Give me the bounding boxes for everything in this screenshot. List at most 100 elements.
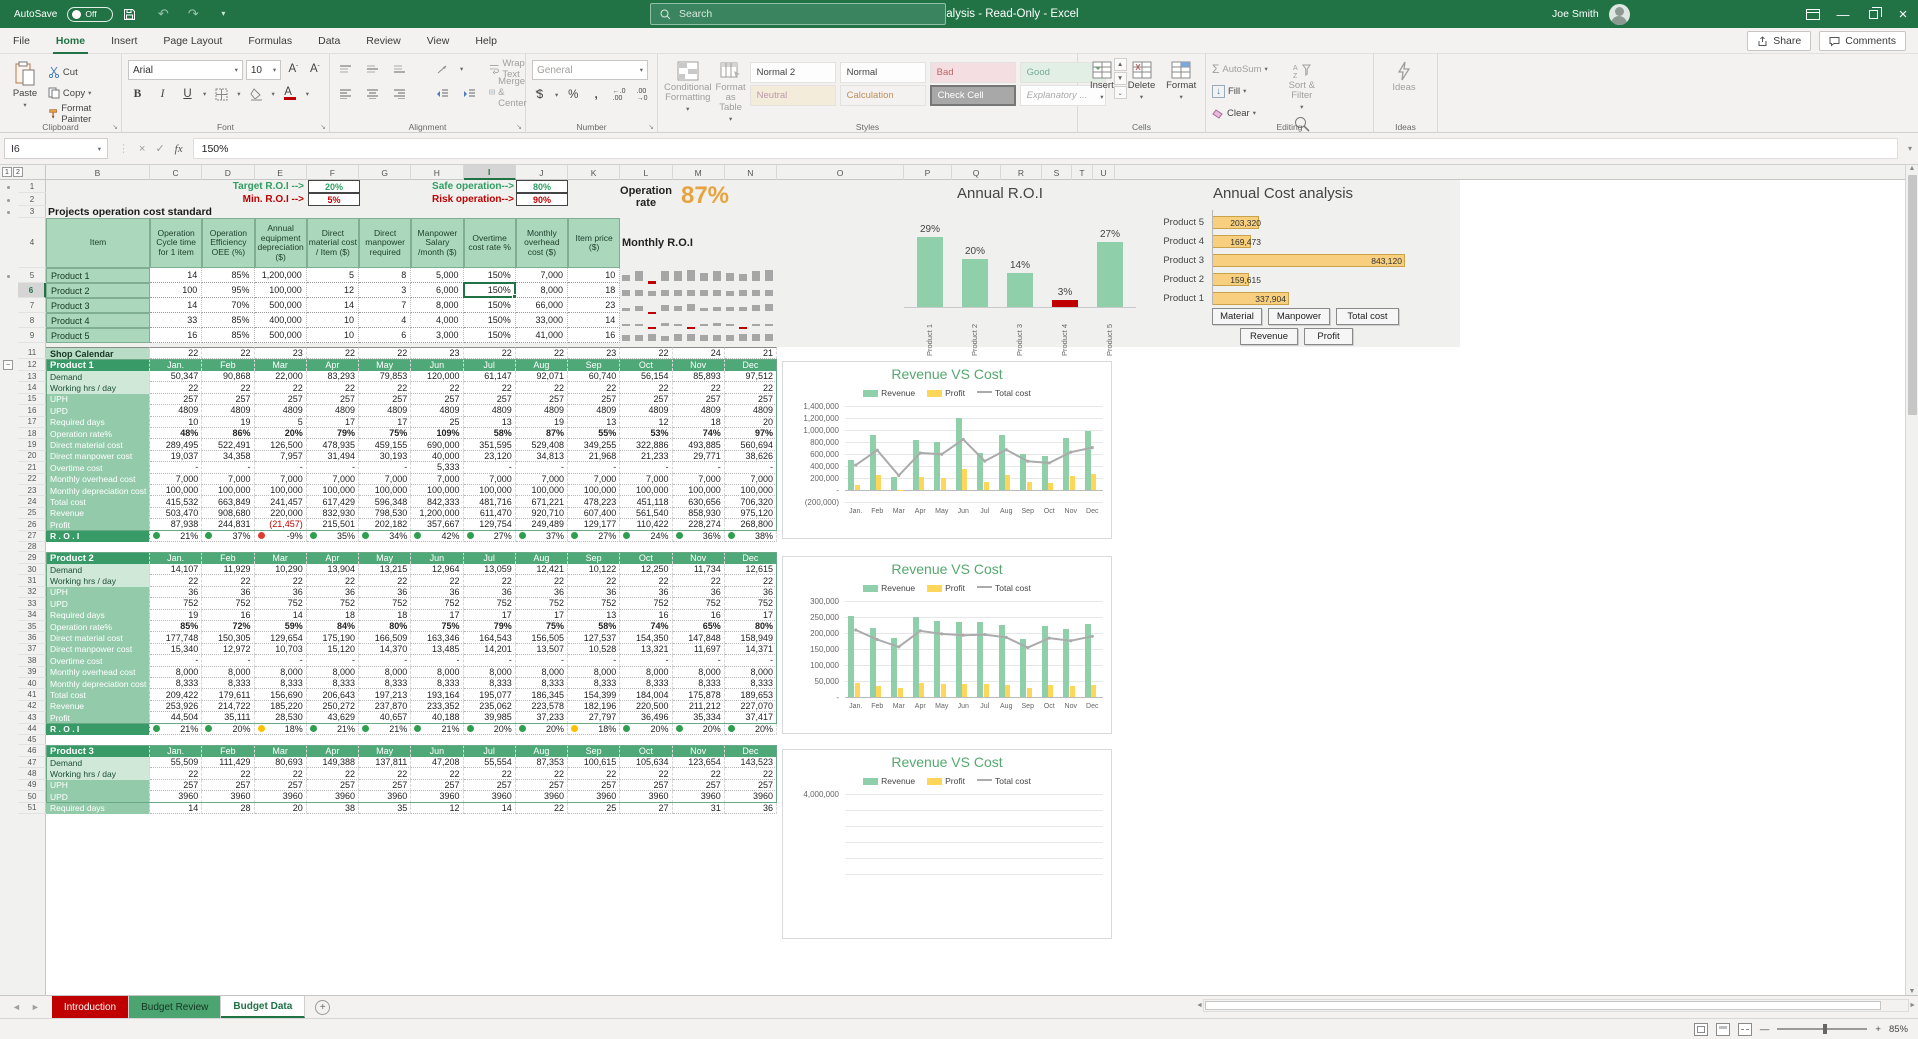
- data-cell[interactable]: 8,333: [568, 678, 620, 689]
- data-cell[interactable]: 18: [359, 610, 411, 621]
- data-cell[interactable]: -: [411, 655, 463, 666]
- column-header-C[interactable]: C: [150, 165, 202, 180]
- data-cell[interactable]: 31: [673, 803, 725, 814]
- data-cell[interactable]: 74%: [673, 428, 725, 439]
- data-cell[interactable]: 237,870: [359, 701, 411, 712]
- align-bottom-icon[interactable]: [390, 60, 409, 78]
- autosum-button[interactable]: ΣAutoSum▾: [1212, 60, 1268, 78]
- data-cell[interactable]: 4809: [464, 405, 516, 416]
- data-cell[interactable]: 17: [725, 610, 777, 621]
- data-cell[interactable]: 752: [255, 598, 307, 609]
- data-cell[interactable]: -: [620, 462, 672, 473]
- data-cell[interactable]: 257: [673, 780, 725, 791]
- data-cell[interactable]: 110,422: [620, 519, 672, 530]
- row-header-11[interactable]: 11: [18, 347, 46, 359]
- data-cell[interactable]: 8,000: [568, 667, 620, 678]
- data-cell[interactable]: 22: [673, 382, 725, 393]
- shop-calendar-value[interactable]: 22: [516, 347, 568, 359]
- data-cell[interactable]: -: [202, 655, 254, 666]
- column-header-F[interactable]: F: [307, 165, 359, 180]
- data-cell[interactable]: 22: [568, 768, 620, 779]
- data-cell[interactable]: 156,690: [255, 689, 307, 700]
- data-cell[interactable]: 163,346: [411, 632, 463, 643]
- row-header-8[interactable]: 8: [18, 313, 46, 328]
- data-cell[interactable]: 36: [516, 587, 568, 598]
- row-header-25[interactable]: 25: [18, 508, 46, 519]
- data-cell[interactable]: 22: [568, 575, 620, 586]
- data-cell[interactable]: 100,000: [359, 485, 411, 496]
- month-header-cell[interactable]: Apr: [307, 745, 359, 757]
- product-value-cell[interactable]: 100,000: [255, 283, 307, 298]
- data-cell[interactable]: 257: [307, 780, 359, 791]
- menu-tab-insert[interactable]: Insert: [98, 28, 150, 54]
- data-cell[interactable]: 14,370: [359, 644, 411, 655]
- sort-filter-button[interactable]: AZ Sort & Filter▾: [1280, 60, 1324, 111]
- data-cell[interactable]: 4809: [673, 405, 725, 416]
- data-cell[interactable]: 22: [411, 382, 463, 393]
- data-cell[interactable]: 690,000: [411, 439, 463, 450]
- data-cell[interactable]: 3960: [150, 791, 202, 802]
- month-header-cell[interactable]: Sep: [568, 359, 620, 371]
- month-header-cell[interactable]: Nov: [673, 359, 725, 371]
- data-cell[interactable]: 322,886: [620, 439, 672, 450]
- row-label-cell[interactable]: Direct manpower cost: [46, 451, 150, 462]
- data-cell[interactable]: 12: [411, 803, 463, 814]
- data-cell[interactable]: 11,697: [673, 644, 725, 655]
- data-cell[interactable]: -: [516, 655, 568, 666]
- row-label-cell[interactable]: Total cost: [46, 496, 150, 507]
- month-header-cell[interactable]: Nov: [673, 552, 725, 564]
- ribbon-display-options-icon[interactable]: [1798, 0, 1828, 28]
- row-label-cell[interactable]: Required days: [46, 803, 150, 814]
- row-label-cell[interactable]: Working hrs / day: [46, 768, 150, 779]
- data-cell[interactable]: 193,164: [411, 689, 463, 700]
- data-cell[interactable]: 752: [307, 598, 359, 609]
- data-cell[interactable]: 38: [307, 803, 359, 814]
- safe-operation-value[interactable]: 80%: [516, 180, 568, 193]
- target-roi-value[interactable]: 20%: [308, 180, 360, 193]
- row-label-cell[interactable]: UPH: [46, 780, 150, 791]
- data-cell[interactable]: 79%: [307, 428, 359, 439]
- product-value-cell[interactable]: 10: [307, 328, 359, 343]
- product-value-cell[interactable]: 95%: [202, 283, 254, 298]
- data-cell[interactable]: 36: [725, 587, 777, 598]
- row-header-41[interactable]: 41: [18, 689, 46, 700]
- row-label-cell[interactable]: Monthly depreciation cost: [46, 678, 150, 689]
- data-cell[interactable]: 5: [255, 417, 307, 428]
- shop-calendar-value[interactable]: 22: [307, 347, 359, 359]
- data-cell[interactable]: 8,000: [516, 667, 568, 678]
- data-cell[interactable]: 206,643: [307, 689, 359, 700]
- row-header-46[interactable]: 46: [18, 745, 46, 757]
- data-cell[interactable]: 40,000: [411, 451, 463, 462]
- data-cell[interactable]: 22: [516, 768, 568, 779]
- row-label-cell[interactable]: UPD: [46, 791, 150, 802]
- row-header-4[interactable]: 4: [18, 218, 46, 268]
- cancel-formula-icon[interactable]: ×: [139, 143, 145, 155]
- data-cell[interactable]: 74%: [620, 621, 672, 632]
- product-value-cell[interactable]: 33: [150, 313, 202, 328]
- row-label-cell[interactable]: R . O . I: [46, 724, 150, 735]
- data-cell[interactable]: 257: [307, 394, 359, 405]
- column-header-E[interactable]: E: [255, 165, 307, 180]
- data-cell[interactable]: 214,722: [202, 701, 254, 712]
- data-cell[interactable]: 7,957: [255, 451, 307, 462]
- row-label-cell[interactable]: Revenue: [46, 701, 150, 712]
- data-cell[interactable]: 257: [411, 780, 463, 791]
- data-cell[interactable]: -9%: [255, 531, 307, 542]
- data-cell[interactable]: 4809: [307, 405, 359, 416]
- font-family-select[interactable]: Arial▾: [128, 60, 243, 80]
- month-header-cell[interactable]: Mar: [255, 359, 307, 371]
- row-header-40[interactable]: 40: [18, 678, 46, 689]
- row-label-cell[interactable]: Total cost: [46, 689, 150, 700]
- prev-sheet-icon[interactable]: ◄: [12, 1002, 21, 1012]
- product-value-cell[interactable]: 16: [150, 328, 202, 343]
- month-header-cell[interactable]: Jan.: [150, 552, 202, 564]
- close-button[interactable]: ×: [1888, 0, 1918, 28]
- row-header-38[interactable]: 38: [18, 655, 46, 666]
- data-cell[interactable]: 8,333: [307, 678, 359, 689]
- insert-function-icon[interactable]: fx: [175, 143, 183, 155]
- data-cell[interactable]: 21%: [411, 724, 463, 735]
- font-color-icon[interactable]: A: [281, 85, 300, 103]
- menu-tab-page-layout[interactable]: Page Layout: [150, 28, 235, 54]
- data-cell[interactable]: 37%: [202, 531, 254, 542]
- data-cell[interactable]: 75%: [411, 621, 463, 632]
